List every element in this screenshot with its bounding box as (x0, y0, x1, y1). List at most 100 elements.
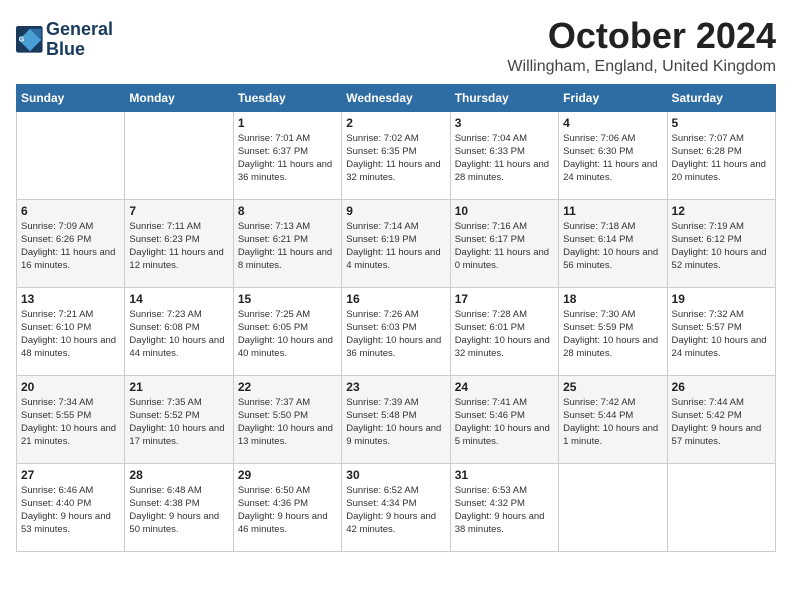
day-number: 19 (672, 292, 771, 306)
day-info: Sunrise: 7:02 AM Sunset: 6:35 PM Dayligh… (346, 132, 445, 185)
week-row-4: 27 Sunrise: 6:46 AM Sunset: 4:40 PM Dayli… (17, 463, 776, 551)
week-row-2: 13 Sunrise: 7:21 AM Sunset: 6:10 PM Dayli… (17, 287, 776, 375)
table-cell: 14Sunrise: 7:23 AM Sunset: 6:08 PM Dayli… (125, 287, 233, 375)
table-cell (559, 463, 667, 551)
day-number: 18 (563, 292, 662, 306)
col-wednesday: Wednesday (342, 84, 450, 111)
logo-text: General Blue (46, 20, 113, 60)
table-cell: 30 Sunrise: 6:52 AM Sunset: 4:34 PM Dayli… (342, 463, 450, 551)
day-number: 25 (563, 380, 662, 394)
table-cell: 5 Sunrise: 7:07 AM Sunset: 6:28 PM Daylig… (667, 111, 775, 199)
week-row-0: 1 Sunrise: 7:01 AM Sunset: 6:37 PM Daylig… (17, 111, 776, 199)
week-row-3: 20 Sunrise: 7:34 AM Sunset: 5:55 PM Dayli… (17, 375, 776, 463)
table-cell (17, 111, 125, 199)
day-number: 4 (563, 116, 662, 130)
day-number: 23 (346, 380, 445, 394)
table-cell: 31 Sunrise: 6:53 AM Sunset: 4:32 PM Dayli… (450, 463, 558, 551)
table-cell: 10Sunrise: 7:16 AM Sunset: 6:17 PM Dayli… (450, 199, 558, 287)
day-number: 1 (238, 116, 337, 130)
day-number: 27 (21, 468, 120, 482)
table-cell: 19 Sunrise: 7:32 AM Sunset: 5:57 PM Dayli… (667, 287, 775, 375)
day-number: 30 (346, 468, 445, 482)
day-info: Sunrise: 7:21 AM Sunset: 6:10 PM Dayligh… (21, 308, 120, 361)
table-cell: 11 Sunrise: 7:18 AM Sunset: 6:14 PM Dayli… (559, 199, 667, 287)
table-cell: 18 Sunrise: 7:30 AM Sunset: 5:59 PM Dayli… (559, 287, 667, 375)
calendar-table: Sunday Monday Tuesday Wednesday Thursday… (16, 84, 776, 552)
day-number: 9 (346, 204, 445, 218)
day-info: Sunrise: 7:30 AM Sunset: 5:59 PM Dayligh… (563, 308, 662, 361)
table-cell: 3Sunrise: 7:04 AM Sunset: 6:33 PM Daylig… (450, 111, 558, 199)
col-friday: Friday (559, 84, 667, 111)
table-cell: 26 Sunrise: 7:44 AM Sunset: 5:42 PM Dayli… (667, 375, 775, 463)
svg-text:G: G (19, 36, 25, 43)
table-cell: 25Sunrise: 7:42 AM Sunset: 5:44 PM Dayli… (559, 375, 667, 463)
col-thursday: Thursday (450, 84, 558, 111)
day-number: 8 (238, 204, 337, 218)
day-info: Sunrise: 7:04 AM Sunset: 6:33 PM Dayligh… (455, 132, 554, 185)
table-cell: 15 Sunrise: 7:25 AM Sunset: 6:05 PM Dayli… (233, 287, 341, 375)
table-cell: 24Sunrise: 7:41 AM Sunset: 5:46 PM Dayli… (450, 375, 558, 463)
month-title: October 2024 (507, 16, 776, 56)
page-container: G General Blue October 2024 Willingham, … (0, 0, 792, 560)
table-cell: 6 Sunrise: 7:09 AM Sunset: 6:26 PM Daylig… (17, 199, 125, 287)
day-number: 21 (129, 380, 228, 394)
day-number: 6 (21, 204, 120, 218)
logo-icon: G (16, 26, 44, 54)
location: Willingham, England, United Kingdom (507, 58, 776, 76)
day-info: Sunrise: 6:48 AM Sunset: 4:38 PM Dayligh… (129, 484, 228, 537)
day-info: Sunrise: 7:19 AM Sunset: 6:12 PM Dayligh… (672, 220, 771, 273)
table-cell: 27 Sunrise: 6:46 AM Sunset: 4:40 PM Dayli… (17, 463, 125, 551)
week-row-1: 6 Sunrise: 7:09 AM Sunset: 6:26 PM Daylig… (17, 199, 776, 287)
day-info: Sunrise: 7:34 AM Sunset: 5:55 PM Dayligh… (21, 396, 120, 449)
table-cell: 20 Sunrise: 7:34 AM Sunset: 5:55 PM Dayli… (17, 375, 125, 463)
day-number: 13 (21, 292, 120, 306)
day-number: 12 (672, 204, 771, 218)
day-info: Sunrise: 6:52 AM Sunset: 4:34 PM Dayligh… (346, 484, 445, 537)
day-number: 5 (672, 116, 771, 130)
table-cell (125, 111, 233, 199)
day-info: Sunrise: 7:28 AM Sunset: 6:01 PM Dayligh… (455, 308, 554, 361)
logo: G General Blue (16, 20, 113, 60)
table-cell (667, 463, 775, 551)
day-number: 11 (563, 204, 662, 218)
table-cell: 22Sunrise: 7:37 AM Sunset: 5:50 PM Dayli… (233, 375, 341, 463)
table-cell: 13 Sunrise: 7:21 AM Sunset: 6:10 PM Dayli… (17, 287, 125, 375)
day-info: Sunrise: 7:11 AM Sunset: 6:23 PM Dayligh… (129, 220, 228, 273)
calendar-header-row: Sunday Monday Tuesday Wednesday Thursday… (17, 84, 776, 111)
day-number: 7 (129, 204, 228, 218)
day-number: 15 (238, 292, 337, 306)
day-info: Sunrise: 7:07 AM Sunset: 6:28 PM Dayligh… (672, 132, 771, 185)
table-cell: 2 Sunrise: 7:02 AM Sunset: 6:35 PM Daylig… (342, 111, 450, 199)
day-number: 17 (455, 292, 554, 306)
table-cell: 4Sunrise: 7:06 AM Sunset: 6:30 PM Daylig… (559, 111, 667, 199)
col-saturday: Saturday (667, 84, 775, 111)
day-info: Sunrise: 7:18 AM Sunset: 6:14 PM Dayligh… (563, 220, 662, 273)
day-info: Sunrise: 6:53 AM Sunset: 4:32 PM Dayligh… (455, 484, 554, 537)
day-info: Sunrise: 7:09 AM Sunset: 6:26 PM Dayligh… (21, 220, 120, 273)
day-number: 20 (21, 380, 120, 394)
table-cell: 29Sunrise: 6:50 AM Sunset: 4:36 PM Dayli… (233, 463, 341, 551)
table-cell: 1 Sunrise: 7:01 AM Sunset: 6:37 PM Daylig… (233, 111, 341, 199)
day-number: 24 (455, 380, 554, 394)
col-sunday: Sunday (17, 84, 125, 111)
header: G General Blue October 2024 Willingham, … (16, 16, 776, 76)
day-info: Sunrise: 7:44 AM Sunset: 5:42 PM Dayligh… (672, 396, 771, 449)
table-cell: 8 Sunrise: 7:13 AM Sunset: 6:21 PM Daylig… (233, 199, 341, 287)
day-number: 28 (129, 468, 228, 482)
day-number: 14 (129, 292, 228, 306)
day-info: Sunrise: 7:13 AM Sunset: 6:21 PM Dayligh… (238, 220, 337, 273)
day-info: Sunrise: 7:01 AM Sunset: 6:37 PM Dayligh… (238, 132, 337, 185)
table-cell: 16Sunrise: 7:26 AM Sunset: 6:03 PM Dayli… (342, 287, 450, 375)
table-cell: 7 Sunrise: 7:11 AM Sunset: 6:23 PM Daylig… (125, 199, 233, 287)
day-number: 31 (455, 468, 554, 482)
day-info: Sunrise: 7:25 AM Sunset: 6:05 PM Dayligh… (238, 308, 337, 361)
day-info: Sunrise: 6:46 AM Sunset: 4:40 PM Dayligh… (21, 484, 120, 537)
day-number: 26 (672, 380, 771, 394)
day-info: Sunrise: 7:37 AM Sunset: 5:50 PM Dayligh… (238, 396, 337, 449)
title-area: October 2024 Willingham, England, United… (507, 16, 776, 76)
day-info: Sunrise: 7:14 AM Sunset: 6:19 PM Dayligh… (346, 220, 445, 273)
day-number: 16 (346, 292, 445, 306)
day-info: Sunrise: 7:32 AM Sunset: 5:57 PM Dayligh… (672, 308, 771, 361)
day-number: 2 (346, 116, 445, 130)
day-number: 10 (455, 204, 554, 218)
